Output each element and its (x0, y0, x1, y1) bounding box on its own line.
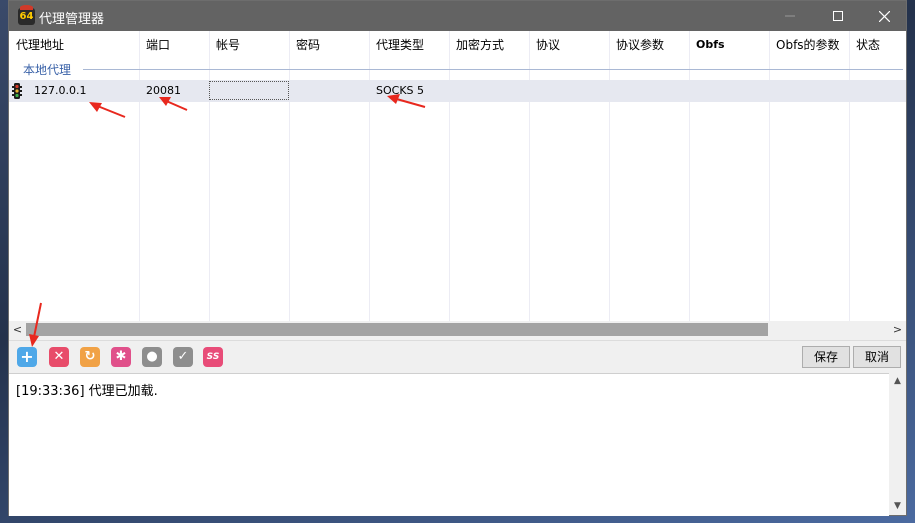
log-entry: [19:33:36] 代理已加载. (16, 384, 158, 399)
check-icon: ✓ (177, 349, 189, 364)
scroll-up-button[interactable]: ▲ (889, 373, 906, 390)
scroll-left-button[interactable]: < (9, 321, 26, 338)
title-bar[interactable]: 64 代理管理器 (9, 1, 906, 31)
group-label: 本地代理 (23, 63, 72, 77)
column-header-obfs[interactable]: Obfs (696, 31, 725, 59)
window-title: 代理管理器 (39, 12, 105, 27)
test-button[interactable]: ● (142, 347, 162, 367)
cancel-button[interactable]: 取消 (853, 346, 901, 368)
grid-lines (9, 31, 906, 321)
add-proxy-button[interactable]: + (17, 347, 37, 367)
proxy-manager-window: 64 代理管理器 代理地址 端口 帐号 密码 代理类型 加密方式 协议 协议参数… (8, 0, 907, 516)
scroll-right-button[interactable]: > (889, 321, 906, 338)
refresh-button[interactable]: ↻ (80, 347, 100, 367)
group-divider (83, 69, 903, 70)
toolbar: + ✕ ↻ ✱ ● ✓ SS 保存 取消 (9, 302, 906, 373)
plus-icon: + (20, 347, 34, 366)
ss-icon: SS (206, 352, 220, 362)
enable-button[interactable]: ✓ (173, 347, 193, 367)
x-icon: ✕ (53, 349, 65, 364)
column-header-port[interactable]: 端口 (146, 31, 170, 59)
maximize-button[interactable] (815, 1, 861, 31)
settings-button[interactable]: ✱ (111, 347, 131, 367)
close-icon (878, 10, 890, 23)
cell-address: 127.0.0.1 (34, 84, 87, 97)
horizontal-scrollbar[interactable]: < > (9, 321, 906, 338)
close-button[interactable] (861, 1, 907, 31)
annotation-arrow-address (89, 102, 126, 118)
cell-port: 20081 (146, 84, 181, 97)
maximize-icon (833, 11, 843, 21)
gear-icon: ✱ (115, 349, 127, 364)
column-header-protocol-params[interactable]: 协议参数 (616, 31, 664, 59)
scroll-down-button[interactable]: ▼ (889, 498, 906, 515)
column-header-address[interactable]: 代理地址 (16, 31, 64, 59)
scroll-thumb[interactable] (26, 323, 768, 336)
lightbulb-icon: ● (146, 349, 158, 364)
minimize-button[interactable] (767, 1, 813, 31)
proxy-table[interactable]: 代理地址 端口 帐号 密码 代理类型 加密方式 协议 协议参数 Obfs Obf… (9, 31, 906, 321)
traffic-light-icon (12, 83, 22, 99)
ss-import-button[interactable]: SS (203, 347, 223, 367)
proxy-app-icon: 64 (18, 5, 35, 25)
delete-proxy-button[interactable]: ✕ (49, 347, 69, 367)
minimize-icon (785, 15, 795, 17)
refresh-icon: ↻ (84, 349, 96, 364)
column-header-protocol[interactable]: 协议 (536, 31, 560, 59)
save-button[interactable]: 保存 (802, 346, 850, 368)
cell-proxy-type: SOCKS 5 (376, 84, 425, 97)
column-header-proxy-type[interactable]: 代理类型 (376, 31, 424, 59)
column-header-status[interactable]: 状态 (856, 31, 880, 59)
log-vertical-scrollbar[interactable]: ▲ ▼ (889, 373, 906, 515)
column-header-obfs-params[interactable]: Obfs的参数 (776, 31, 840, 59)
column-header-encryption[interactable]: 加密方式 (456, 31, 504, 59)
table-row[interactable]: 127.0.0.1 20081 SOCKS 5 (9, 80, 906, 102)
column-header-account[interactable]: 帐号 (216, 31, 240, 59)
column-header-password[interactable]: 密码 (296, 31, 320, 59)
log-panel[interactable]: [19:33:36] 代理已加载. (9, 373, 889, 516)
cell-account-editor[interactable] (209, 81, 289, 100)
